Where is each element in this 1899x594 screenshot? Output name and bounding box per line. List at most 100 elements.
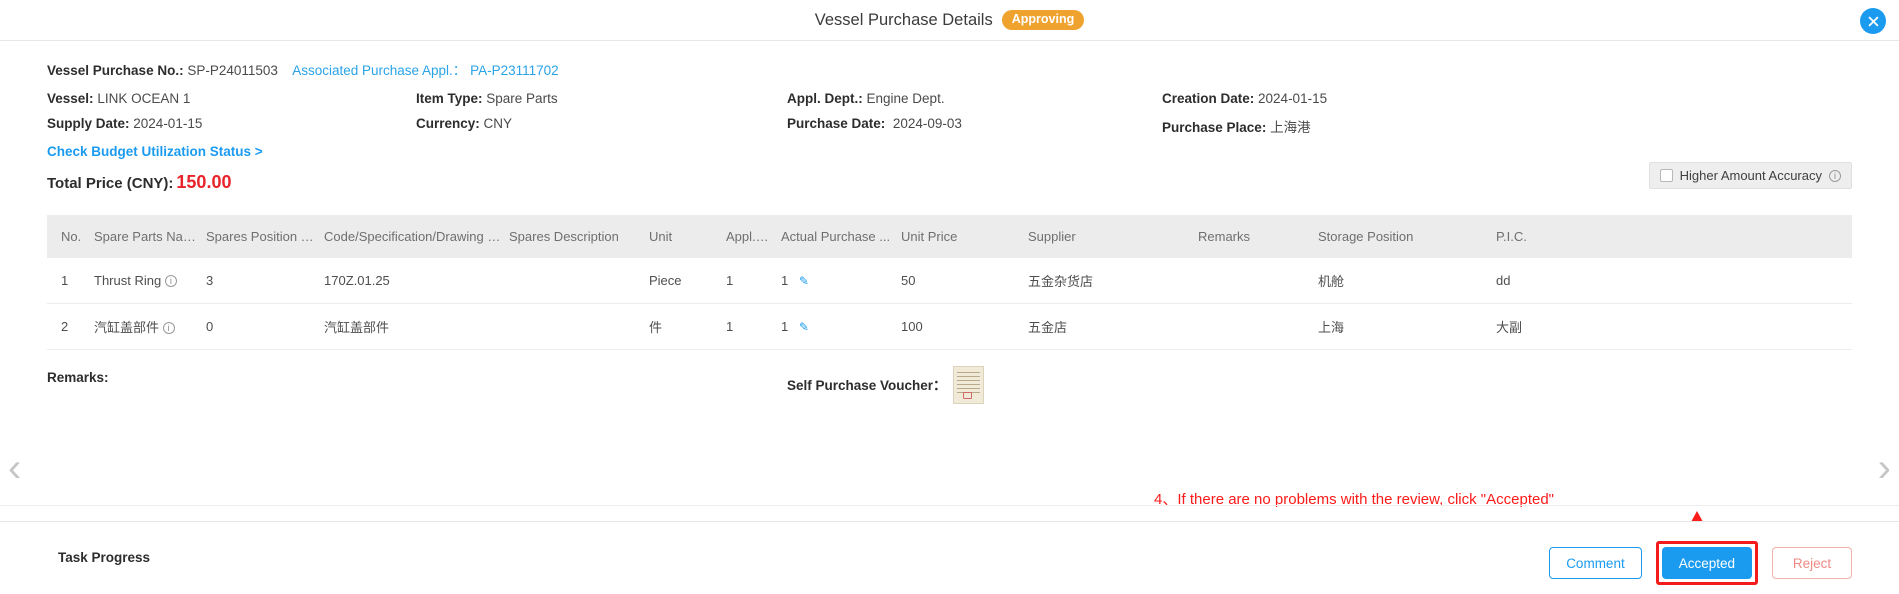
- close-icon: [1868, 16, 1878, 26]
- col-name: Spare Parts Name: [94, 215, 206, 258]
- field-purchase-date: Purchase Date: 2024-09-03: [787, 116, 962, 131]
- col-code: Code/Specification/Drawing No.: [324, 215, 509, 258]
- cell-remarks: [1198, 303, 1318, 350]
- purchase-no-value: SP-P24011503: [187, 63, 278, 78]
- field-purchase-place-label: Purchase Place:: [1162, 120, 1267, 135]
- cell-position-no: 3: [206, 258, 324, 304]
- col-description: Spares Description: [509, 215, 649, 258]
- accepted-highlight: Accepted: [1655, 541, 1758, 585]
- cell-name: Thrust Ring i: [94, 258, 206, 304]
- field-item-type-value: Spare Parts: [486, 91, 558, 106]
- cell-code: 170Z.01.25: [324, 258, 509, 304]
- field-appl-dept-value: Engine Dept.: [866, 91, 945, 106]
- voucher-label: Self Purchase Voucher：: [787, 378, 947, 393]
- cell-no: 1: [47, 258, 94, 304]
- voucher-thumbnail[interactable]: [952, 366, 984, 404]
- budget-utilization-row: Check Budget Utilization Status >: [47, 144, 1852, 159]
- cell-position-no: 0: [206, 303, 324, 350]
- col-appl-qty: Appl.Qty: [726, 215, 781, 258]
- total-price-label: Total Price (CNY):: [47, 175, 174, 192]
- higher-amount-accuracy-label: Higher Amount Accuracy: [1679, 168, 1822, 183]
- info-icon[interactable]: i: [162, 322, 175, 334]
- prev-record-chevron[interactable]: ‹: [8, 448, 21, 488]
- col-storage-position: Storage Position: [1318, 215, 1496, 258]
- check-budget-utilization-link[interactable]: Check Budget Utilization Status >: [47, 144, 263, 159]
- cell-storage-position: 机舱: [1318, 258, 1496, 304]
- associated-purchase-label: Associated Purchase Appl.：: [292, 63, 467, 78]
- associated-purchase-link[interactable]: PA-P23111702: [470, 63, 559, 78]
- stamp-icon: [962, 392, 972, 399]
- header-info-grid: Vessel: LINK OCEAN 1 Item Type: Spare Pa…: [47, 91, 1852, 141]
- edit-icon[interactable]: ✎: [799, 274, 809, 288]
- cell-actual-purchase: 1 ✎: [781, 303, 901, 350]
- col-pic: P.I.C.: [1496, 215, 1852, 258]
- cell-remarks: [1198, 258, 1318, 304]
- purchase-no-line: Vessel Purchase No.: SP-P24011503 Associ…: [47, 59, 1852, 79]
- field-vessel: Vessel: LINK OCEAN 1: [47, 91, 190, 106]
- accepted-button[interactable]: Accepted: [1661, 547, 1752, 579]
- cell-unit: 件: [649, 303, 726, 350]
- cell-appl-qty: 1: [726, 258, 781, 304]
- table-row: 2 汽缸盖部件 i 0 汽缸盖部件 件 1 1 ✎ 100 五金店 上海 大副: [47, 303, 1852, 350]
- comment-button[interactable]: Comment: [1549, 547, 1642, 579]
- info-icon[interactable]: i: [164, 275, 177, 287]
- col-supplier: Supplier: [1028, 215, 1198, 258]
- cell-supplier: 五金杂货店: [1028, 258, 1198, 304]
- reject-button[interactable]: Reject: [1772, 547, 1852, 579]
- field-currency-label: Currency:: [416, 116, 480, 131]
- cell-pic: 大副: [1496, 303, 1852, 350]
- footer-bar: Task Progress Comment Accepted Reject: [0, 521, 1899, 594]
- total-price-value: 150.00: [176, 172, 232, 192]
- table-header-row: No. Spare Parts Name Spares Position No.…: [47, 215, 1852, 258]
- remarks-label: Remarks:: [47, 370, 109, 385]
- cell-unit-price: 50: [901, 258, 1028, 304]
- cell-description: [509, 258, 649, 304]
- col-unit-price: Unit Price: [901, 215, 1028, 258]
- col-actual-purchase: Actual Purchase ...: [781, 215, 901, 258]
- dialog-title-bar: Vessel Purchase Details Approving: [0, 0, 1899, 41]
- info-icon[interactable]: i: [1829, 169, 1841, 182]
- total-price-row: Total Price (CNY): 150.00: [47, 172, 1852, 193]
- field-purchase-place: Purchase Place: 上海港: [1162, 116, 1311, 136]
- section-divider: [0, 505, 1899, 506]
- field-appl-dept-label: Appl. Dept.:: [787, 91, 863, 106]
- page-title: Vessel Purchase Details Approving: [815, 10, 1085, 30]
- higher-amount-accuracy-checkbox[interactable]: [1659, 169, 1673, 182]
- task-progress-label: Task Progress: [58, 550, 151, 565]
- field-supply-date: Supply Date: 2024-01-15: [47, 116, 202, 131]
- cell-storage-position: 上海: [1318, 303, 1496, 350]
- close-button[interactable]: [1860, 8, 1886, 34]
- field-creation-date-label: Creation Date:: [1162, 91, 1255, 106]
- cell-actual-purchase-value: 1: [781, 319, 789, 334]
- col-no: No.: [47, 215, 94, 258]
- cell-name: 汽缸盖部件 i: [94, 303, 206, 350]
- table-body: 1 Thrust Ring i 3 170Z.01.25 Piece 1 1 ✎…: [47, 258, 1852, 350]
- col-position-no: Spares Position No.: [206, 215, 324, 258]
- action-buttons: Comment Accepted Reject: [1549, 541, 1852, 585]
- higher-amount-accuracy-toggle[interactable]: Higher Amount Accuracy i: [1648, 162, 1852, 189]
- cell-unit: Piece: [649, 258, 726, 304]
- field-creation-date: Creation Date: 2024-01-15: [1162, 91, 1327, 106]
- field-supply-date-value: 2024-01-15: [133, 116, 203, 131]
- cell-unit-price: 100: [901, 303, 1028, 350]
- table-row: 1 Thrust Ring i 3 170Z.01.25 Piece 1 1 ✎…: [47, 258, 1852, 304]
- self-purchase-voucher: Self Purchase Voucher：: [787, 366, 984, 404]
- field-appl-dept: Appl. Dept.: Engine Dept.: [787, 91, 945, 106]
- purchase-no-label: Vessel Purchase No.:: [47, 63, 184, 78]
- field-item-type-label: Item Type:: [416, 91, 483, 106]
- field-vessel-value: LINK OCEAN 1: [97, 91, 191, 106]
- cell-description: [509, 303, 649, 350]
- field-item-type: Item Type: Spare Parts: [416, 91, 558, 106]
- cell-code: 汽缸盖部件: [324, 303, 509, 350]
- next-record-chevron[interactable]: ›: [1878, 448, 1891, 488]
- vessel-purchase-details-page: Vessel Purchase Details Approving Vessel …: [0, 0, 1899, 594]
- field-currency: Currency: CNY: [416, 116, 512, 131]
- remarks-section: Remarks: Self Purchase Voucher：: [47, 366, 1852, 430]
- field-vessel-label: Vessel:: [47, 91, 94, 106]
- table-header: No. Spare Parts Name Spares Position No.…: [47, 215, 1852, 258]
- spare-parts-table: No. Spare Parts Name Spares Position No.…: [47, 215, 1852, 350]
- cell-actual-purchase-value: 1: [781, 273, 789, 288]
- cell-actual-purchase: 1 ✎: [781, 258, 901, 304]
- edit-icon[interactable]: ✎: [799, 320, 809, 334]
- field-creation-date-value: 2024-01-15: [1258, 91, 1328, 106]
